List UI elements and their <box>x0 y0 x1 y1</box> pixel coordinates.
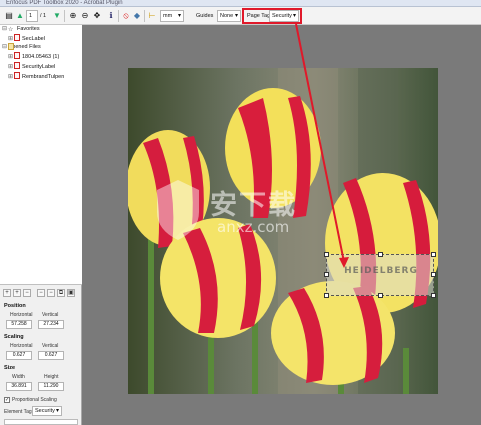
callout-arrow <box>295 23 349 268</box>
